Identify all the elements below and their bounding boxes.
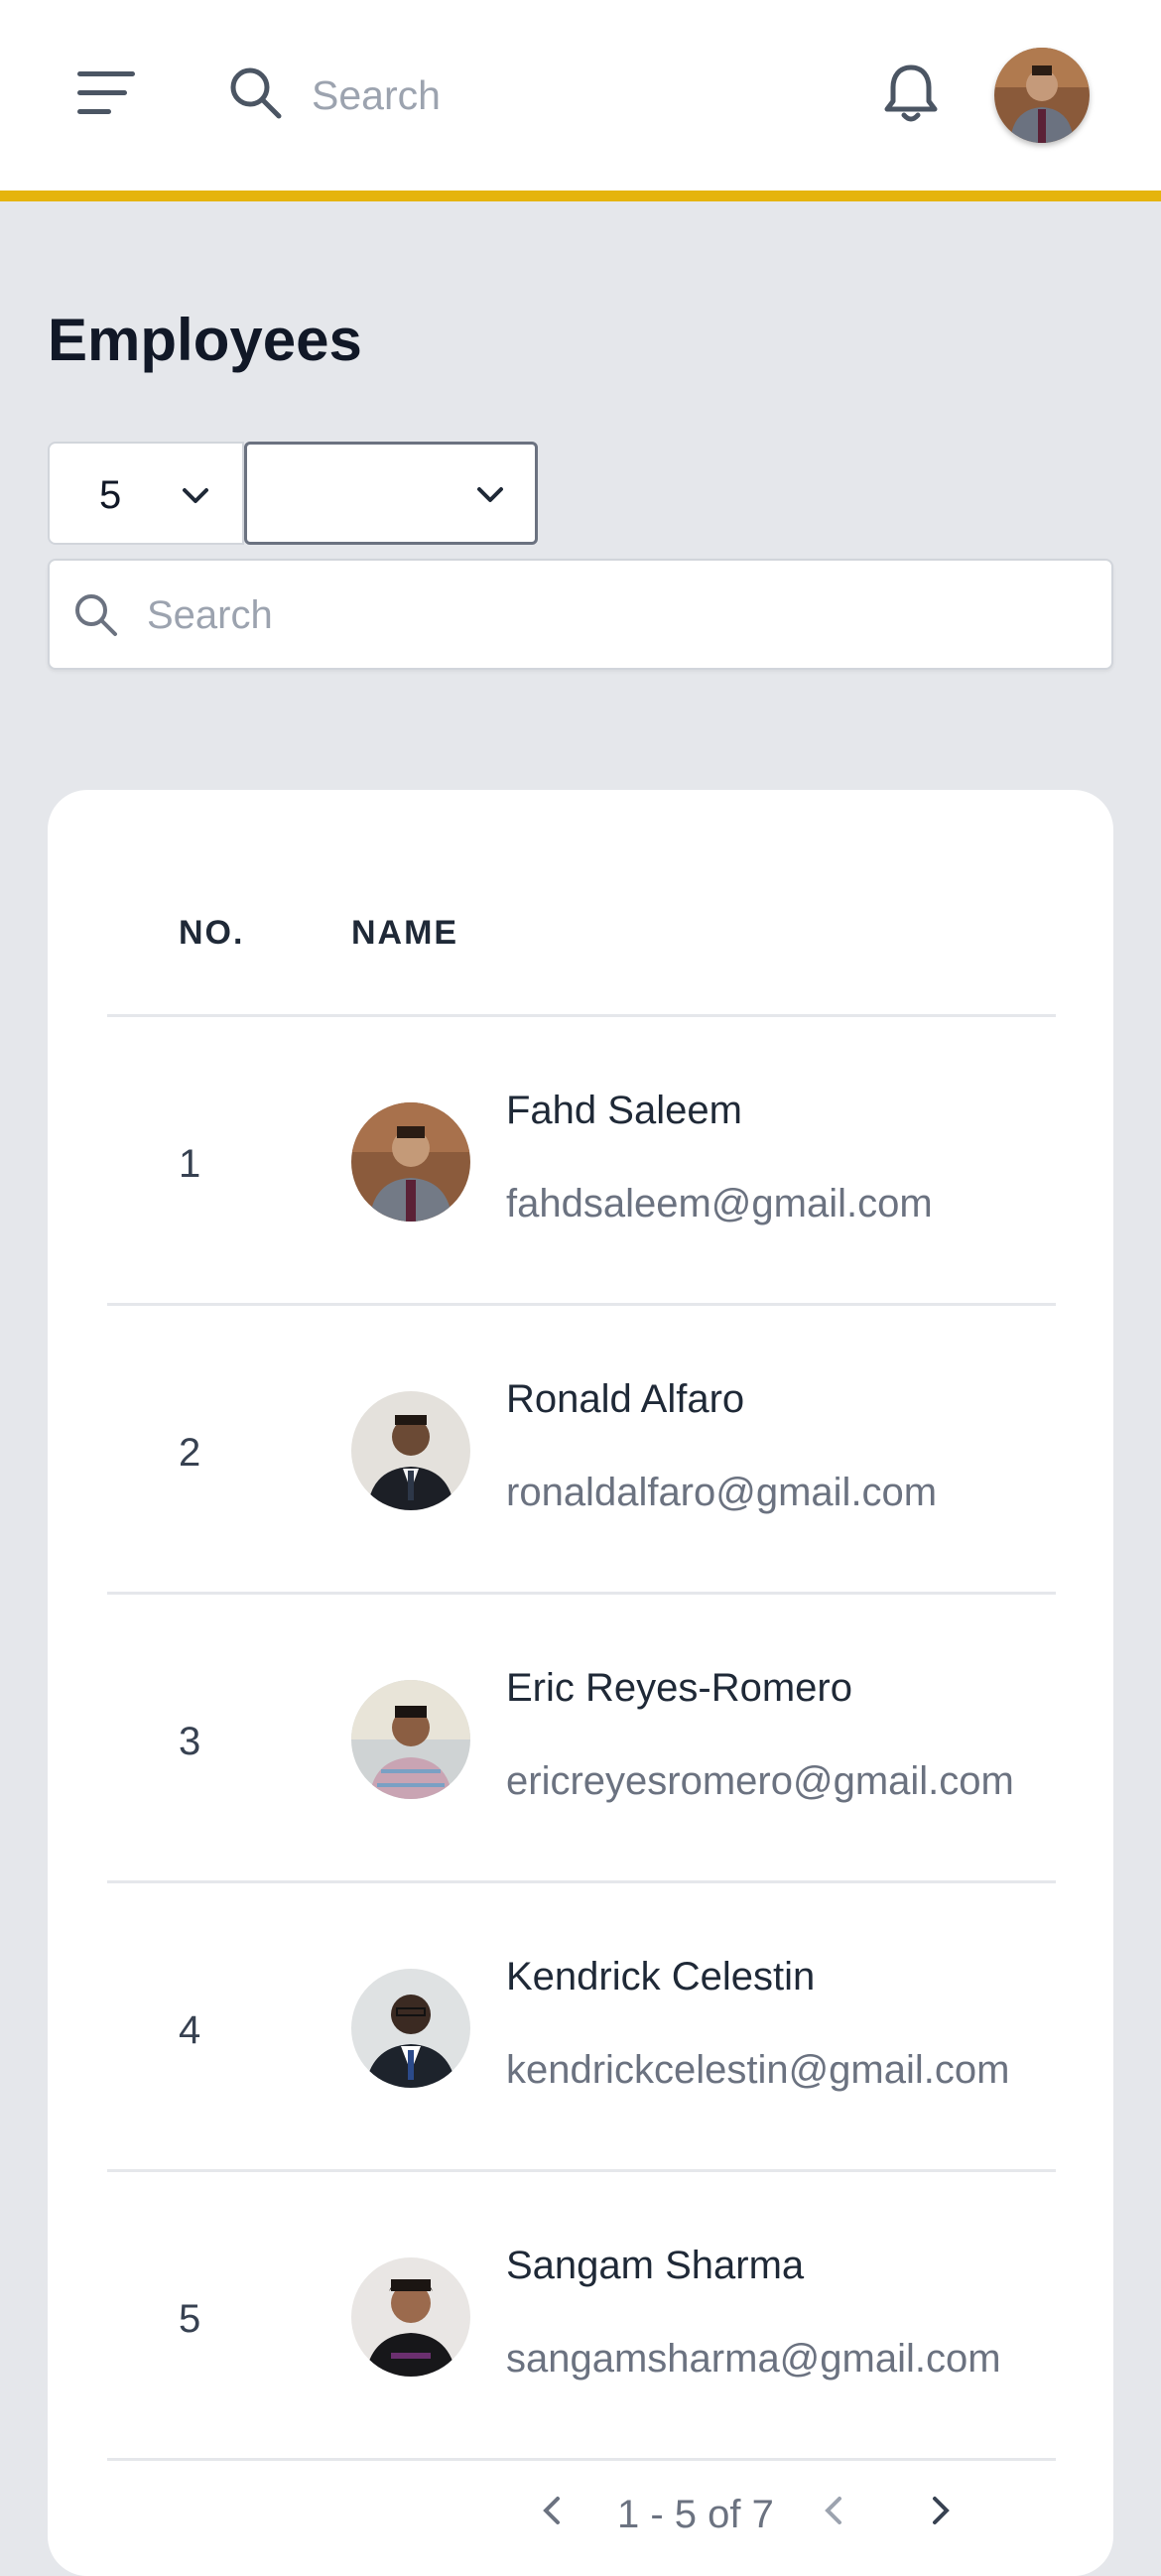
chevron-right-icon[interactable] <box>921 2491 961 2530</box>
employee-email: fahdsaleem@gmail.com <box>506 1182 933 1225</box>
column-header-no[interactable]: NO. <box>179 914 244 953</box>
chevron-down-icon <box>183 488 208 503</box>
page-title: Employees <box>48 307 362 373</box>
pagination-label: 1 - 5 of 7 <box>617 2493 774 2536</box>
filter-select[interactable] <box>244 442 538 545</box>
row-number: 5 <box>179 2297 201 2341</box>
table-row[interactable]: 2 Ronald Alfaro ronaldalfaro@gmail.com <box>48 1306 1113 1592</box>
search-icon <box>230 67 282 119</box>
employee-search-input[interactable] <box>145 582 1092 648</box>
page-size-select[interactable]: 5 <box>48 442 244 545</box>
bell-icon[interactable] <box>875 58 947 129</box>
employee-search-box <box>48 559 1113 670</box>
top-app-bar <box>0 0 1161 201</box>
employee-email: kendrickcelestin@gmail.com <box>506 2048 1010 2092</box>
employee-avatar <box>351 1969 470 2088</box>
employee-avatar <box>351 2257 470 2377</box>
page-size-value: 5 <box>99 473 122 517</box>
employee-name: Kendrick Celestin <box>506 1955 816 1998</box>
table-row[interactable]: 5 Sangam Sharma sangamsharma@gmail.com <box>48 2172 1113 2458</box>
employee-email: ronaldalfaro@gmail.com <box>506 1471 938 1514</box>
chevron-left-icon[interactable] <box>814 2491 853 2530</box>
first-page-icon[interactable] <box>532 2491 572 2530</box>
chevron-down-icon <box>477 487 503 502</box>
row-number: 2 <box>179 1431 201 1475</box>
employee-name: Fahd Saleem <box>506 1089 742 1132</box>
employee-avatar <box>351 1102 470 1222</box>
employee-avatar <box>351 1680 470 1799</box>
employees-table-card: NO. NAME 1 Fahd Saleem fahdsaleem@gmail.… <box>48 790 1113 2576</box>
search-icon <box>75 594 117 636</box>
employee-email: ericreyesromero@gmail.com <box>506 1759 1014 1803</box>
employee-avatar <box>351 1391 470 1510</box>
table-row[interactable]: 1 Fahd Saleem fahdsaleem@gmail.com <box>48 1017 1113 1303</box>
employee-email: sangamsharma@gmail.com <box>506 2337 1001 2381</box>
table-row[interactable]: 4 Kendrick Celestin kendrickcelestin@gma… <box>48 1883 1113 2169</box>
row-number: 4 <box>179 2008 201 2052</box>
table-row[interactable]: 3 Eric Reyes-Romero ericreyesromero@gmai… <box>48 1595 1113 1880</box>
employee-name: Sangam Sharma <box>506 2244 805 2287</box>
user-avatar[interactable] <box>994 48 1090 143</box>
column-header-name[interactable]: NAME <box>351 914 458 953</box>
employee-name: Ronald Alfaro <box>506 1377 745 1421</box>
menu-icon[interactable] <box>77 69 135 117</box>
header-search-input[interactable] <box>310 62 790 129</box>
employee-name: Eric Reyes-Romero <box>506 1666 852 1710</box>
row-number: 3 <box>179 1720 201 1763</box>
divider <box>107 2458 1056 2461</box>
row-number: 1 <box>179 1142 201 1186</box>
